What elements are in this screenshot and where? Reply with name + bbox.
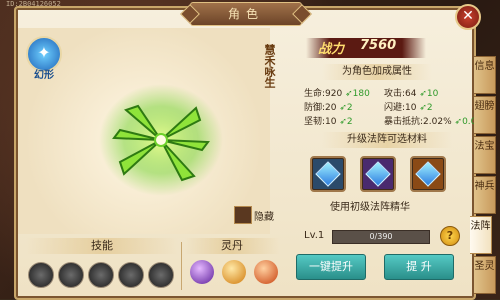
material-slot-blue[interactable] (310, 156, 346, 192)
upgrade-title: 升级法阵可选材料 (322, 132, 452, 148)
material-slot-purple[interactable] (360, 156, 396, 192)
purple-gem-icon (365, 161, 391, 187)
magic-array-art (99, 84, 223, 196)
orange-gem-icon (415, 161, 441, 187)
dan-orb-orange[interactable] (222, 260, 246, 284)
hero-name: 慧禾咏生 (263, 44, 276, 88)
tab-treasure[interactable]: 法宝 (474, 136, 496, 174)
arrow-up-icon: ➶ (339, 103, 347, 113)
hide-checkbox[interactable] (234, 206, 252, 224)
skill-slot-2[interactable] (58, 262, 84, 288)
arrow-up-icon: ➶ (339, 117, 347, 127)
attr-defense: 防御:20 ➶2 (304, 103, 353, 113)
attr-hp: 生命:920 ➶180 (304, 89, 370, 99)
power-value: 7560 (360, 38, 397, 53)
arrow-up-icon: ➶ (419, 103, 427, 113)
attr-toughness: 坚韧:10 ➶2 (304, 117, 353, 127)
skill-slot-1[interactable] (28, 262, 54, 288)
close-button[interactable]: ✕ (455, 4, 481, 30)
arrow-up-icon: ➶ (345, 89, 353, 99)
spirit-icon: ✦ (37, 43, 51, 62)
skill-slot-4[interactable] (118, 262, 144, 288)
level-label: Lv.1 (304, 230, 325, 241)
hide-label: 隐藏 (254, 212, 274, 223)
dan-orb-purple[interactable] (190, 260, 214, 284)
skill-slot-5[interactable] (148, 262, 174, 288)
help-button[interactable]: ? (440, 226, 460, 246)
upgrade-progress-bar: 0/390 (332, 230, 430, 244)
tab-info[interactable]: 信息 (474, 56, 496, 94)
tab-divine-weapon[interactable]: 神兵 (474, 176, 496, 214)
skill-slot-3[interactable] (88, 262, 114, 288)
tab-magic-array[interactable]: 法阵 (470, 216, 492, 254)
arrow-up-icon: ➶ (419, 89, 427, 99)
dan-orb-red[interactable] (254, 260, 278, 284)
arrow-up-icon: ➶ (454, 117, 463, 127)
attributes-title: 为角色加成属性 (322, 64, 432, 80)
upgrade-button[interactable]: 提 升 (384, 254, 454, 280)
tab-holy-spirit[interactable]: 圣灵 (474, 256, 496, 294)
material-slot-orange[interactable] (410, 156, 446, 192)
avatar-label: 幻形 (34, 70, 54, 81)
skills-header: 技能 (26, 238, 178, 254)
power-label: 战力 (318, 42, 345, 57)
attr-attack: 攻击:64 ➶10 (384, 89, 439, 99)
one-click-upgrade-button[interactable]: 一键提升 (296, 254, 366, 280)
tab-wings[interactable]: 翅膀 (474, 96, 496, 134)
use-material-label: 使用初级法阵精华 (330, 202, 410, 213)
section-divider (181, 242, 182, 290)
window-title: 角色 (190, 2, 302, 26)
attr-dodge: 闪避:10 ➶2 (384, 103, 433, 113)
dan-header: 灵丹 (184, 238, 280, 254)
progress-text: 0/390 (369, 232, 393, 241)
blue-gem-icon (315, 161, 341, 187)
